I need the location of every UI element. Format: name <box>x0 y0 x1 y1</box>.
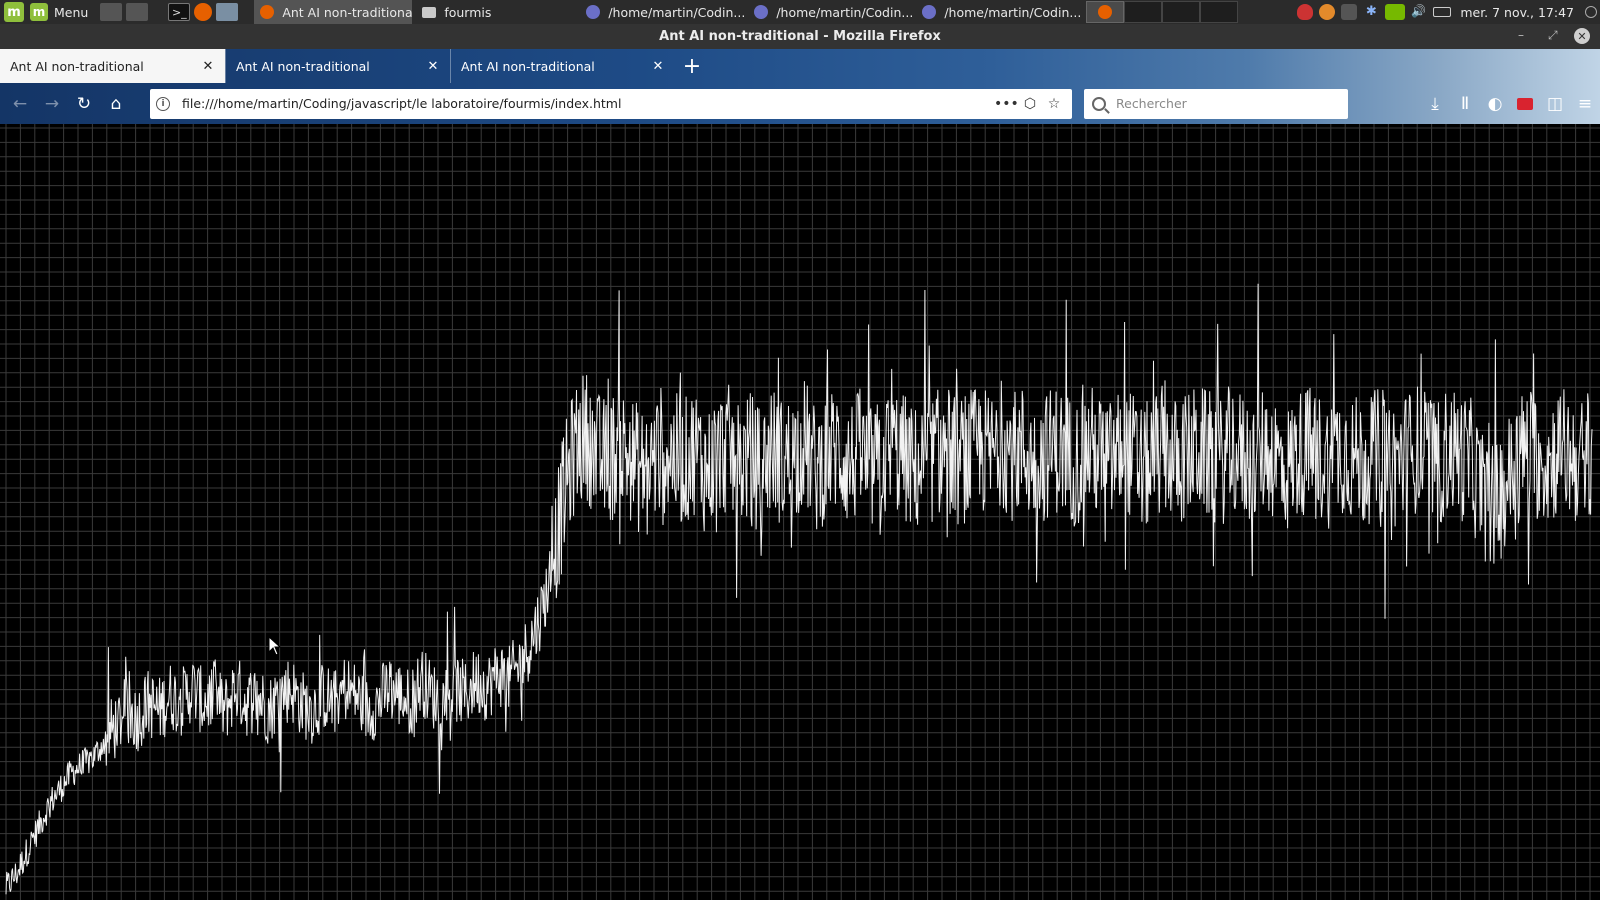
extension-icon[interactable]: ◐ <box>1480 88 1510 120</box>
os-taskbar: m m Menu >_ Ant AI non-traditiona... fou… <box>0 0 1600 24</box>
search-icon <box>1092 96 1106 111</box>
bookmark-star-icon[interactable]: ☆ <box>1042 96 1066 112</box>
workspace-1[interactable] <box>1086 1 1125 23</box>
url-text[interactable]: file:///home/martin/Coding/javascript/le… <box>182 96 994 111</box>
browser-tab-1[interactable]: Ant AI non-traditional ✕ <box>0 49 225 83</box>
battery-icon[interactable] <box>1433 7 1452 17</box>
home-button[interactable]: ⌂ <box>100 88 132 120</box>
mint-menu-icon[interactable]: m <box>30 3 48 21</box>
task-label: Ant AI non-traditiona... <box>282 4 413 20</box>
launcher-one-icon[interactable] <box>100 3 123 21</box>
minimize-icon[interactable]: – <box>1518 28 1524 42</box>
editor-icon <box>586 5 601 19</box>
launcher-two-icon[interactable] <box>126 3 149 21</box>
maximize-icon[interactable]: ⤢ <box>1548 28 1558 43</box>
shield-icon[interactable] <box>1297 4 1314 20</box>
pocket-icon[interactable]: ⬡ <box>1018 96 1042 112</box>
workspace-2[interactable] <box>1124 1 1163 23</box>
firefox-icon <box>1098 5 1113 19</box>
tab-title: Ant AI non-traditional <box>10 58 144 74</box>
task-file-manager[interactable]: fourmis <box>416 0 576 24</box>
browser-tab-3[interactable]: Ant AI non-traditional ✕ <box>450 49 675 83</box>
tab-close-icon[interactable]: ✕ <box>651 59 665 74</box>
workspace-4[interactable] <box>1200 1 1239 23</box>
bluetooth-icon[interactable]: ✱ <box>1363 4 1379 20</box>
task-label: /home/martin/Codin... <box>776 4 913 20</box>
tab-title: Ant AI non-traditional <box>236 58 370 74</box>
search-input[interactable] <box>1116 96 1340 111</box>
power-icon[interactable] <box>1585 6 1597 18</box>
close-window-icon[interactable]: ✕ <box>1574 28 1590 44</box>
window-title: Ant AI non-traditional - Mozilla Firefox <box>659 29 941 44</box>
search-bar[interactable] <box>1084 88 1348 119</box>
page-canvas[interactable] <box>0 124 1600 900</box>
forward-button[interactable]: → <box>36 88 68 120</box>
task-editor-1[interactable]: /home/martin/Codin... <box>580 0 744 24</box>
mint-logo-icon[interactable]: m <box>4 2 24 22</box>
tab-title: Ant AI non-traditional <box>461 58 595 74</box>
sidebar-icon[interactable]: ◫ <box>1540 88 1570 120</box>
task-firefox[interactable]: Ant AI non-traditiona... <box>254 0 413 24</box>
tab-strip: Ant AI non-traditional ✕ Ant AI non-trad… <box>0 49 1600 83</box>
library-icon[interactable]: Ⅱ <box>1450 88 1480 120</box>
new-tab-button[interactable]: + <box>675 49 709 83</box>
terminal-launcher-icon[interactable]: >_ <box>168 3 191 21</box>
night-light-icon[interactable] <box>1319 4 1336 20</box>
hamburger-menu-icon[interactable]: ≡ <box>1570 88 1600 120</box>
fitness-plot <box>0 124 1600 900</box>
toolbar-actions: ⤓ Ⅱ ◐ ◫ ≡ <box>1420 88 1600 120</box>
system-tray: ✱ 🔊 mer. 7 nov., 17:47 <box>1294 0 1600 24</box>
firefox-icon <box>260 5 275 19</box>
start-menu-label[interactable]: Menu <box>54 5 88 20</box>
navigation-bar: ← → ↻ ⌂ i file:///home/martin/Coding/jav… <box>0 83 1600 124</box>
back-button[interactable]: ← <box>4 88 36 120</box>
browser-tab-2[interactable]: Ant AI non-traditional ✕ <box>225 49 450 83</box>
task-label: /home/martin/Codin... <box>944 4 1081 20</box>
folder-icon <box>422 6 437 18</box>
url-bar[interactable]: i file:///home/martin/Coding/javascript/… <box>150 88 1072 119</box>
task-label: fourmis <box>444 4 492 20</box>
firefox-launcher-icon[interactable] <box>194 3 213 21</box>
workspace-switcher[interactable] <box>1086 1 1239 23</box>
screenshot-launcher-icon[interactable] <box>216 3 239 21</box>
addon-red-icon[interactable] <box>1510 88 1540 120</box>
volume-icon[interactable]: 🔊 <box>1411 4 1427 20</box>
task-label: /home/martin/Codin... <box>608 4 745 20</box>
tab-close-icon[interactable]: ✕ <box>426 59 440 74</box>
editor-icon <box>922 5 937 19</box>
network-icon[interactable] <box>1341 4 1358 20</box>
window-titlebar[interactable]: Ant AI non-traditional - Mozilla Firefox… <box>0 24 1600 49</box>
mouse-cursor-icon <box>268 636 282 656</box>
nvidia-icon[interactable] <box>1385 4 1406 20</box>
editor-icon <box>754 5 769 19</box>
workspace-3[interactable] <box>1162 1 1201 23</box>
downloads-icon[interactable]: ⤓ <box>1420 88 1450 120</box>
clock[interactable]: mer. 7 nov., 17:47 <box>1460 5 1574 20</box>
site-info-icon[interactable]: i <box>156 96 170 111</box>
tab-close-icon[interactable]: ✕ <box>201 59 215 74</box>
task-editor-2[interactable]: /home/martin/Codin... <box>748 0 912 24</box>
task-editor-3[interactable]: /home/martin/Codin... <box>916 0 1080 24</box>
reload-button[interactable]: ↻ <box>68 88 100 120</box>
browser-chrome: Ant AI non-traditional ✕ Ant AI non-trad… <box>0 49 1600 124</box>
page-actions-icon[interactable]: ••• <box>994 96 1019 112</box>
